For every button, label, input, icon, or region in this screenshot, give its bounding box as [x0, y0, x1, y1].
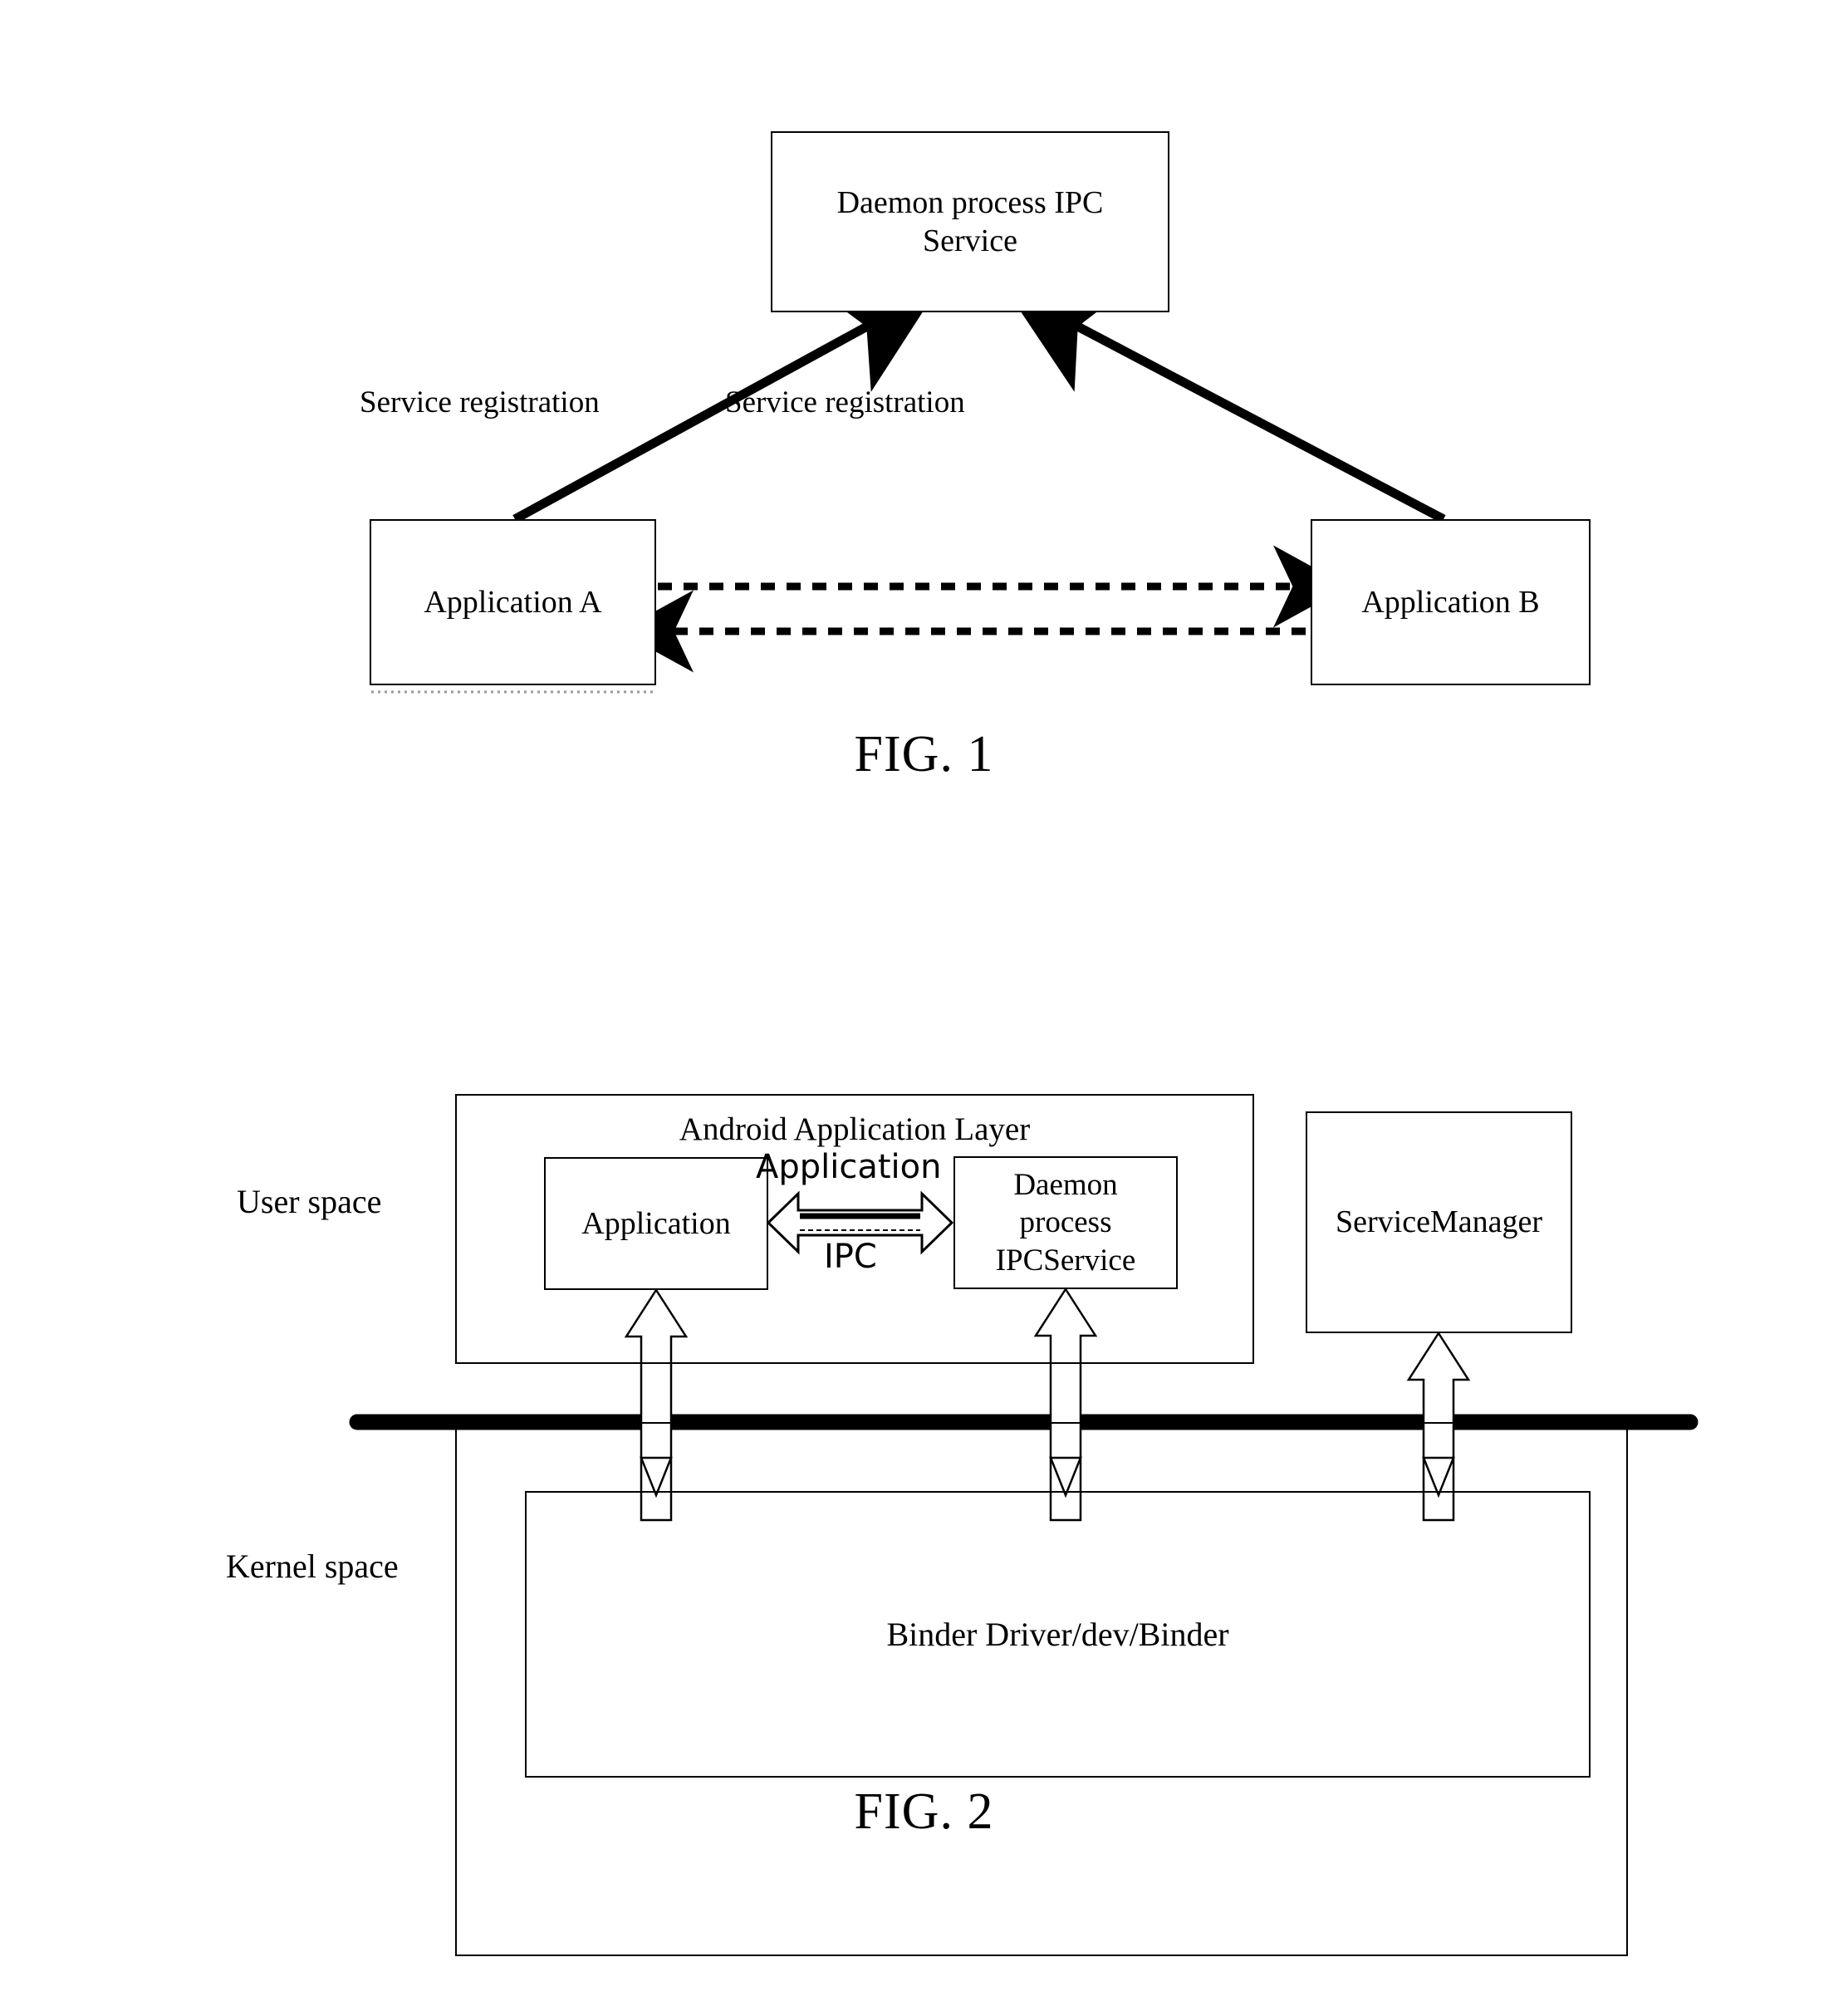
fig2-node-android-application-layer-label: Android Application Layer: [679, 1111, 1031, 1147]
fig1-node-application-a-label: Application A: [424, 584, 602, 620]
fig2-node-binder-driver-label: Binder Driver/dev/Binder: [886, 1616, 1229, 1653]
fig2-node-servicemanager: ServiceManager: [1306, 1111, 1572, 1333]
fig1-arrow-appb-to-daemon: [1005, 287, 1446, 523]
fig1-edge-label-service-registration-right: Service registration: [725, 385, 965, 419]
fig1-edge-label-service-registration-left: Service registration: [360, 385, 600, 419]
fig2-caption: FIG. 2: [854, 1783, 994, 1840]
fig2-region-label-kernel-space: Kernel space: [226, 1547, 399, 1585]
fig2-node-application-label: Application: [581, 1205, 731, 1241]
fig1-node-application-b-label: Application B: [1361, 584, 1540, 620]
fig1-arrow-appa-to-daemon: [512, 287, 939, 523]
fig2-node-servicemanager-label: ServiceManager: [1336, 1204, 1542, 1240]
fig2-node-binder-driver: Binder Driver/dev/Binder: [525, 1491, 1591, 1778]
fig1-caption: FIG. 1: [854, 726, 994, 782]
patent-figure-sheet: Daemon process IPC Service Application A…: [0, 0, 1848, 2011]
fig2-node-daemon-label: Daemon process IPCService: [995, 1168, 1136, 1278]
fig1-node-application-a: Application A: [370, 519, 656, 685]
fig2-node-daemon-process-ipcservice: Daemon process IPCService: [953, 1156, 1178, 1289]
fig2-node-application: Application: [544, 1157, 768, 1290]
fig2-region-label-user-space: User space: [237, 1183, 382, 1220]
fig1-node-application-b: Application B: [1311, 519, 1591, 685]
fig2-edge-label-application: Application: [756, 1148, 942, 1186]
fig1-node-daemon-label: Daemon process IPC Service: [836, 184, 1104, 258]
fig2-edge-label-ipc: IPC: [824, 1238, 877, 1276]
fig1-node-daemon-process-ipc-service: Daemon process IPC Service: [771, 131, 1169, 312]
